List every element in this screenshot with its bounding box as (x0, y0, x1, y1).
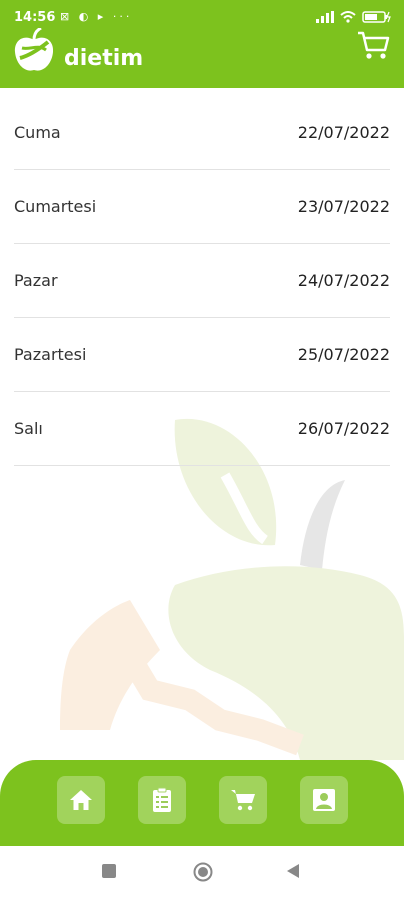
nav-home-button[interactable] (57, 776, 105, 824)
day-list: Cuma 22/07/2022 Cumartesi 23/07/2022 Paz… (14, 96, 390, 466)
day-date: 22/07/2022 (297, 123, 390, 142)
clipboard-list-icon (153, 787, 171, 812)
list-item[interactable]: Pazar 24/07/2022 (14, 244, 390, 318)
list-item[interactable]: Salı 26/07/2022 (14, 392, 390, 466)
day-name: Pazar (14, 271, 58, 290)
status-notification-icons: ⊠ ◐ ▸ ··· (60, 10, 133, 23)
day-name: Cuma (14, 123, 61, 142)
list-item[interactable]: Cuma 22/07/2022 (14, 96, 390, 170)
day-date: 24/07/2022 (297, 271, 390, 290)
day-date: 25/07/2022 (297, 345, 390, 364)
cart-button[interactable] (356, 30, 390, 62)
system-nav-bar (0, 846, 404, 900)
day-date: 23/07/2022 (297, 197, 390, 216)
app-title: dietim (64, 46, 144, 71)
nav-profile-button[interactable] (300, 776, 348, 824)
home-system-button[interactable] (193, 862, 213, 882)
day-name: Salı (14, 419, 43, 438)
battery-charging-icon (362, 11, 391, 23)
back-button[interactable] (286, 864, 300, 878)
list-item[interactable]: Cumartesi 23/07/2022 (14, 170, 390, 244)
nav-cart-button[interactable] (219, 776, 267, 824)
day-date: 26/07/2022 (297, 419, 390, 438)
user-icon (313, 789, 335, 811)
status-right-icons (316, 11, 392, 23)
nav-diet-list-button[interactable] (138, 776, 186, 824)
day-name: Cumartesi (14, 197, 97, 216)
bottom-nav (0, 760, 404, 846)
cart-icon (231, 790, 255, 811)
day-name: Pazartesi (14, 345, 87, 364)
home-icon (70, 790, 92, 810)
list-item[interactable]: Pazartesi 25/07/2022 (14, 318, 390, 392)
signal-icon (316, 11, 334, 23)
app-bar: dietim (0, 28, 404, 88)
apple-logo-icon (14, 28, 54, 71)
wifi-icon (340, 11, 356, 23)
status-bar: 14:56 ⊠ ◐ ▸ ··· (0, 0, 404, 36)
recent-apps-button[interactable] (102, 864, 116, 878)
status-time: 14:56 (14, 10, 56, 25)
